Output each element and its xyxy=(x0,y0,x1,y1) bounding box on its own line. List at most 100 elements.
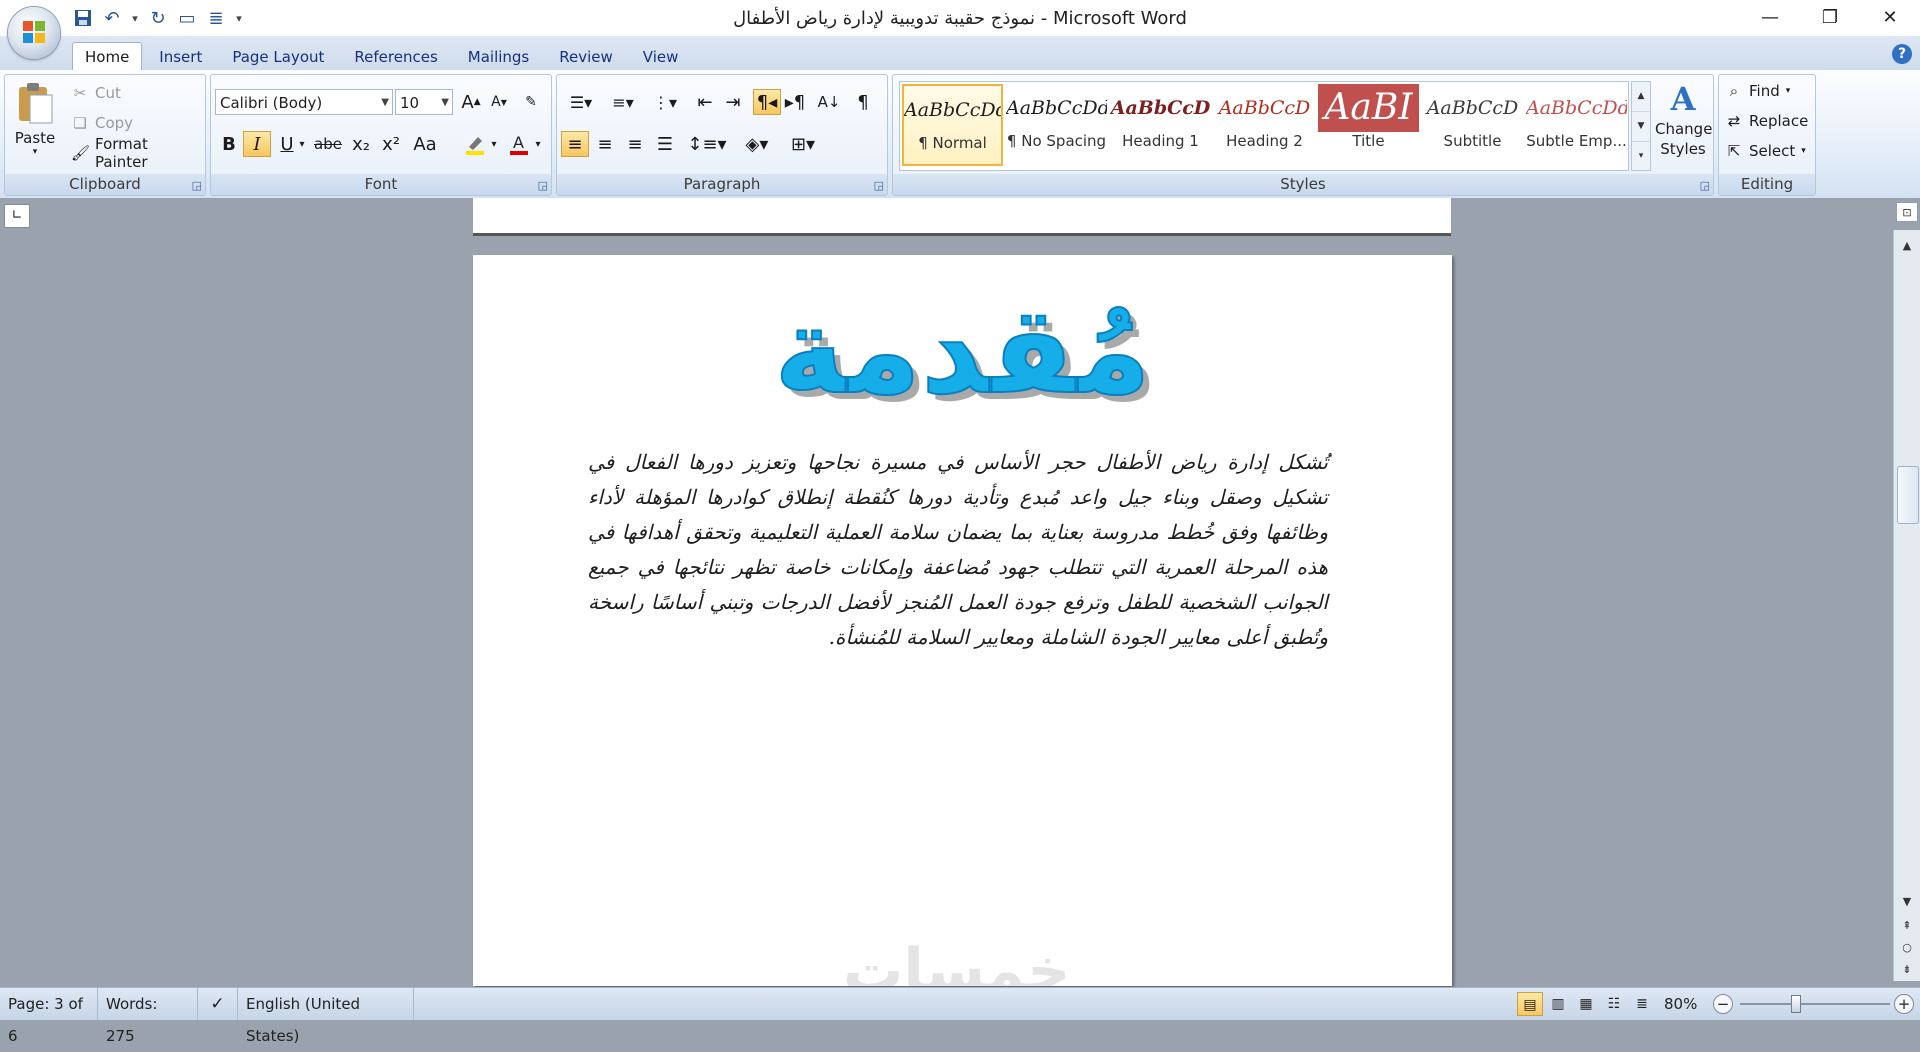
numbering-icon[interactable]: ≡▾ xyxy=(603,89,643,115)
font-launcher-icon[interactable]: ◲ xyxy=(538,179,548,192)
style-normal[interactable]: AaBbCcDdE ¶ Normal xyxy=(902,84,1003,166)
strikethrough-button[interactable]: abe xyxy=(311,131,345,157)
zoom-out-icon[interactable]: − xyxy=(1713,994,1733,1014)
subscript-button[interactable]: x₂ xyxy=(347,131,375,157)
change-case-button[interactable]: Aa xyxy=(407,131,443,157)
close-icon[interactable]: ✕ xyxy=(1860,0,1920,34)
align-left-icon[interactable]: ≡ xyxy=(561,131,589,157)
vertical-scrollbar[interactable]: ⊡ ▲ ▼ ⇞ ○ ⇟ xyxy=(1893,202,1920,981)
highlight-icon[interactable] xyxy=(461,131,489,157)
style-heading-1[interactable]: AaBbCcD Heading 1 xyxy=(1110,84,1211,166)
tab-mailings[interactable]: Mailings xyxy=(455,42,542,71)
tab-page-layout[interactable]: Page Layout xyxy=(219,42,337,71)
paste-dropdown-icon[interactable]: ▾ xyxy=(11,147,59,157)
tab-view[interactable]: View xyxy=(630,42,692,71)
style-heading-2[interactable]: AaBbCcD Heading 2 xyxy=(1214,84,1315,166)
align-right-icon[interactable]: ≡ xyxy=(621,131,649,157)
web-layout-icon[interactable]: ▦ xyxy=(1573,992,1599,1016)
word-count[interactable]: Words: 275 xyxy=(98,988,198,1045)
highlight-dropdown-icon[interactable]: ▾ xyxy=(487,131,501,157)
cut-button[interactable]: ✂ Cut xyxy=(71,81,121,105)
office-button[interactable] xyxy=(8,7,60,59)
bullets-icon[interactable]: ☰▾ xyxy=(561,89,601,115)
undo-dropdown-icon[interactable]: ▾ xyxy=(128,12,142,25)
tab-selector-icon[interactable]: ∟ xyxy=(4,204,30,228)
format-painter-button[interactable]: 🖌 Format Painter xyxy=(71,135,205,171)
document-icon[interactable]: ≣ xyxy=(203,5,229,31)
document-heading[interactable]: مُقدمة xyxy=(473,288,1452,416)
grow-font-icon[interactable]: A ▲ xyxy=(457,89,485,115)
copy-button[interactable]: ❏ Copy xyxy=(71,111,133,135)
gallery-down-icon[interactable]: ▼ xyxy=(1632,112,1650,142)
print-layout-icon[interactable]: ▤ xyxy=(1517,992,1543,1016)
find-button[interactable]: ⌕ Find ▾ xyxy=(1725,79,1790,103)
zoom-slider-thumb[interactable] xyxy=(1791,995,1801,1013)
zoom-level[interactable]: 80% xyxy=(1664,988,1697,1020)
decrease-indent-icon[interactable]: ⇤ xyxy=(691,89,719,115)
italic-button[interactable]: I xyxy=(243,131,271,157)
tab-insert[interactable]: Insert xyxy=(146,42,215,71)
view-ruler-icon[interactable]: ⊡ xyxy=(1896,202,1918,222)
proofing-icon[interactable]: ✓ xyxy=(198,988,238,1020)
style-subtle-emphasis[interactable]: AaBbCcDd Subtle Emp... xyxy=(1526,84,1627,166)
borders-icon[interactable]: ⊞▾ xyxy=(783,131,823,157)
align-center-icon[interactable]: ≡ xyxy=(591,131,619,157)
customize-qat-icon[interactable]: ▾ xyxy=(232,12,246,25)
justify-icon[interactable]: ☰ xyxy=(651,131,679,157)
clipboard-launcher-icon[interactable]: ◲ xyxy=(192,179,202,192)
sort-icon[interactable]: A↓ xyxy=(815,89,843,115)
document-body-text[interactable]: تُشكل إدارة رياض الأطفال حجر الأساس في م… xyxy=(588,445,1328,655)
full-screen-reading-icon[interactable]: ▥ xyxy=(1545,992,1571,1016)
rtl-paragraph-icon[interactable]: ¶◂ xyxy=(753,89,781,115)
language-indicator[interactable]: English (United States) xyxy=(238,988,414,1045)
draft-icon[interactable]: ≣ xyxy=(1629,992,1655,1016)
scroll-down-icon[interactable]: ▼ xyxy=(1896,892,1918,912)
next-page-icon[interactable]: ⇟ xyxy=(1896,960,1918,980)
shrink-font-icon[interactable]: A ▼ xyxy=(485,89,513,115)
style-no-spacing[interactable]: AaBbCcDdE ¶ No Spacing xyxy=(1006,84,1107,166)
paragraph-launcher-icon[interactable]: ◲ xyxy=(874,179,884,192)
font-color-icon[interactable]: A xyxy=(505,131,533,157)
scroll-up-icon[interactable]: ▲ xyxy=(1896,236,1918,256)
tab-references[interactable]: References xyxy=(341,42,450,71)
scroll-thumb[interactable] xyxy=(1897,466,1919,524)
minimize-icon[interactable]: — xyxy=(1740,0,1800,34)
font-color-dropdown-icon[interactable]: ▾ xyxy=(531,131,545,157)
restore-icon[interactable]: ❐ xyxy=(1800,0,1860,34)
outline-icon[interactable]: ☷ xyxy=(1601,992,1627,1016)
show-formatting-icon[interactable]: ¶ xyxy=(849,89,877,115)
redo-icon[interactable]: ↻ xyxy=(145,5,171,31)
zoom-in-icon[interactable]: + xyxy=(1894,994,1914,1014)
previous-page-icon[interactable]: ⇞ xyxy=(1896,916,1918,936)
font-name-combo[interactable]: Calibri (Body) ▼ xyxy=(215,89,393,115)
paste-button[interactable]: Paste ▾ xyxy=(11,81,59,165)
increase-indent-icon[interactable]: ⇥ xyxy=(719,89,747,115)
styles-launcher-icon[interactable]: ◲ xyxy=(1700,179,1710,192)
style-title[interactable]: AaBI Title xyxy=(1318,84,1419,166)
shading-icon[interactable]: ◈▾ xyxy=(737,131,777,157)
style-subtitle[interactable]: AaBbCcD Subtitle xyxy=(1422,84,1523,166)
superscript-button[interactable]: x² xyxy=(377,131,405,157)
help-icon[interactable]: ? xyxy=(1892,44,1912,64)
select-button[interactable]: ⇱ Select ▾ xyxy=(1725,139,1806,163)
clear-formatting-icon[interactable]: ✎ xyxy=(517,89,545,115)
save-icon[interactable] xyxy=(70,5,96,31)
print-preview-icon[interactable]: ▭ xyxy=(174,5,200,31)
bold-button[interactable]: B xyxy=(215,131,243,157)
multilevel-list-icon[interactable]: ⋮▾ xyxy=(645,89,685,115)
tab-home[interactable]: Home xyxy=(72,42,143,71)
gallery-more-icon[interactable]: ▾ xyxy=(1632,142,1650,171)
browse-object-icon[interactable]: ○ xyxy=(1896,938,1918,958)
zoom-slider-track[interactable] xyxy=(1740,1003,1890,1005)
change-styles-button[interactable]: A Change Styles xyxy=(1655,79,1712,171)
font-size-combo[interactable]: 10 ▼ xyxy=(395,89,453,115)
line-spacing-icon[interactable]: ↕≡▾ xyxy=(687,131,727,157)
underline-dropdown-icon[interactable]: ▾ xyxy=(295,131,309,157)
page-count[interactable]: Page: 3 of 6 xyxy=(0,988,98,1045)
document-page[interactable]: مُقدمة تُشكل إدارة رياض الأطفال حجر الأس… xyxy=(473,255,1452,986)
gallery-up-icon[interactable]: ▲ xyxy=(1632,82,1650,112)
ltr-paragraph-icon[interactable]: ▸¶ xyxy=(781,89,809,115)
undo-icon[interactable]: ↶ xyxy=(99,5,125,31)
tab-review[interactable]: Review xyxy=(546,42,626,71)
replace-button[interactable]: ⇄ Replace xyxy=(1725,109,1809,133)
